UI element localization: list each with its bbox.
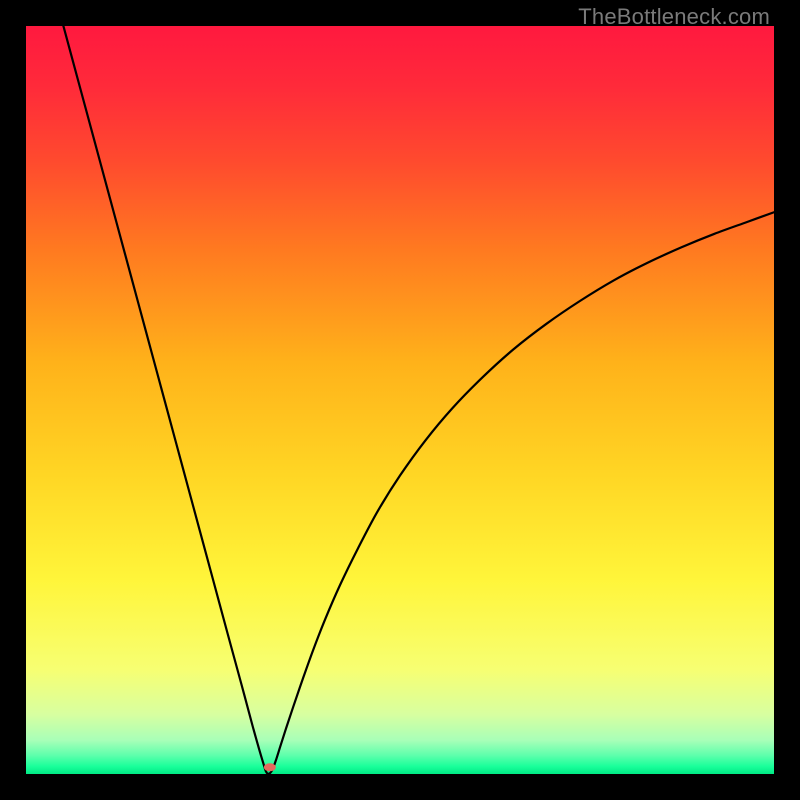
watermark-text: TheBottleneck.com xyxy=(578,4,770,30)
gradient-background xyxy=(26,26,774,774)
chart-canvas xyxy=(26,26,774,774)
minimum-marker xyxy=(264,763,276,771)
chart-frame xyxy=(26,26,774,774)
